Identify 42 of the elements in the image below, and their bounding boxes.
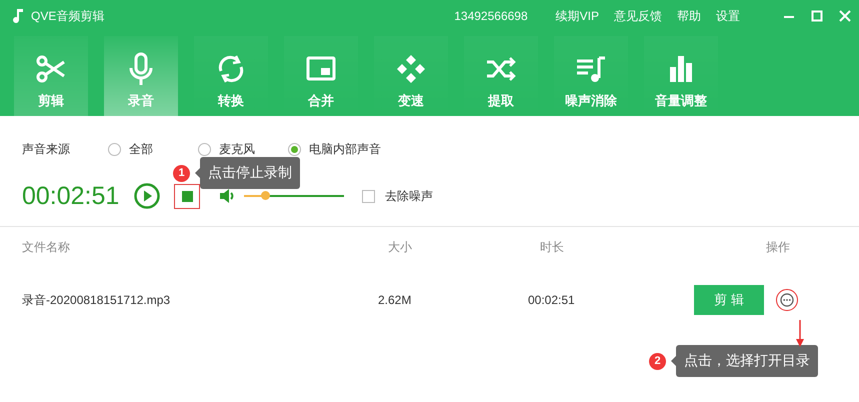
duration-cell: 00:02:51 <box>528 293 575 307</box>
column-header: 操作 <box>766 240 790 254</box>
size-cell: 2.62M <box>378 293 412 307</box>
radio-option[interactable]: 麦克风 <box>198 140 288 158</box>
header-link[interactable]: 意见反馈 <box>614 8 662 24</box>
playlist-icon <box>576 56 605 82</box>
tooltip: 点击停止录制 <box>195 157 300 189</box>
window-title: QVE音频剪辑 <box>31 8 104 24</box>
column-header: 时长 <box>540 240 564 254</box>
refresh-icon <box>218 54 244 84</box>
radio-option[interactable]: 电脑内部声音 <box>288 140 381 158</box>
arrow-line <box>795 320 805 348</box>
column-header: 文件名称 <box>22 240 70 254</box>
close-icon <box>839 10 851 22</box>
play-button[interactable] <box>134 183 160 209</box>
maximize-icon <box>811 10 823 22</box>
bar-chart-icon <box>670 56 692 82</box>
header-link[interactable]: 续期VIP <box>556 8 599 24</box>
scissors-icon <box>36 56 66 82</box>
step-badge: 1 <box>173 164 190 182</box>
tooltip: 点击，选择打开目录 <box>671 345 818 377</box>
picture-in-picture-icon <box>306 56 336 80</box>
toolbar-tab[interactable]: 录音 <box>104 36 178 116</box>
column-header: 大小 <box>388 240 412 254</box>
header-link[interactable]: 设置 <box>716 8 740 24</box>
edit-button[interactable]: 剪 辑 <box>694 285 764 315</box>
record-timer: 00:02:51 <box>22 182 120 210</box>
denoise-checkbox[interactable]: 去除噪声 <box>362 188 433 204</box>
stop-button[interactable] <box>174 184 200 208</box>
file-name-cell: 录音-20200818151712.mp3 <box>22 292 170 306</box>
speaker-icon <box>220 189 234 203</box>
music-note-icon <box>12 8 24 24</box>
toolbar-tab[interactable]: 剪辑 <box>14 36 88 116</box>
account-phone: 13492566698 <box>454 9 528 23</box>
dpad-icon <box>397 55 425 83</box>
radio-option[interactable]: 全部 <box>108 140 198 158</box>
shuffle-icon <box>486 56 516 82</box>
source-label: 声音来源 <box>22 140 71 158</box>
microphone-icon <box>130 52 152 86</box>
step-badge: 2 <box>649 352 666 370</box>
header-link[interactable]: 帮助 <box>677 8 701 24</box>
more-button[interactable] <box>776 289 798 311</box>
